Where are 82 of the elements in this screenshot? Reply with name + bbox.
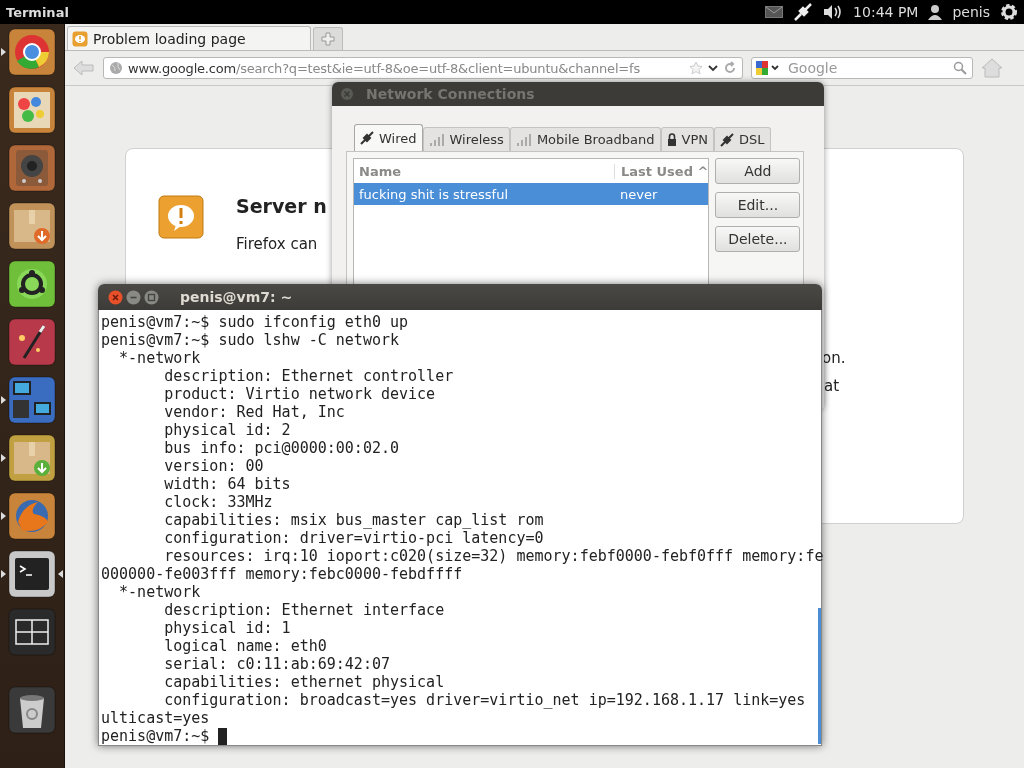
- globe-icon: [109, 61, 123, 75]
- terminal-line: ulticast=yes: [101, 709, 211, 727]
- package-download-icon[interactable]: [8, 434, 56, 482]
- terminal-line: product: Virtio network device: [163, 385, 437, 403]
- terminal-line: logical name: eth0: [163, 637, 328, 655]
- terminal-line: configuration: broadcast=yes driver=virtio_net ip=192.168.1.17 link=yes: [163, 691, 807, 709]
- terminal-line: vendor: Red Hat, Inc: [163, 403, 346, 421]
- tab[interactable]: Wired: [354, 124, 423, 151]
- terminal-icon[interactable]: [8, 550, 56, 598]
- dropdown-icon[interactable]: [708, 64, 718, 72]
- error-title: Server n: [236, 195, 327, 217]
- minimize-icon[interactable]: [126, 289, 141, 305]
- terminal-line: capabilities: ethernet physical: [163, 673, 446, 691]
- terminal-line: penis@vm7:~$ sudo lshw -C network: [101, 331, 400, 349]
- dialog-button[interactable]: Edit...: [715, 192, 801, 218]
- network-plug-icon[interactable]: [793, 2, 814, 22]
- terminal-line: capabilities: msix bus_master cap_list rom: [163, 511, 545, 529]
- error-text: Firefox can: [236, 235, 319, 253]
- window-title: penis@vm7: ~: [180, 289, 293, 305]
- terminal-line: *-network: [118, 349, 202, 367]
- tab[interactable]: VPN: [660, 127, 714, 151]
- table-cell-text: fucking shit is stressful: [358, 186, 509, 202]
- table-cell-text: never: [619, 186, 659, 202]
- terminal-line: configuration: driver=virtio-pci latency=0: [163, 529, 545, 547]
- terminal-line: penis@vm7:~$ sudo ifconfig eth0 up: [101, 313, 410, 331]
- tab[interactable]: Wireless: [422, 127, 510, 151]
- terminal-line: serial: c0:11:ab:69:42:07: [163, 655, 391, 673]
- ring-icon[interactable]: [8, 260, 56, 308]
- terminal-prompt: penis@vm7:~$: [101, 727, 210, 745]
- warning-icon: [72, 30, 88, 47]
- terminal-line: *-network: [118, 583, 202, 601]
- speaker-icon[interactable]: [8, 144, 56, 192]
- browser-icon[interactable]: [8, 28, 56, 76]
- error-text-fragment: at: [824, 377, 840, 395]
- user-icon[interactable]: [928, 4, 943, 20]
- plug-icon: [360, 131, 374, 145]
- globe-icon[interactable]: [8, 492, 56, 540]
- clock[interactable]: 10:44 PM: [853, 4, 919, 20]
- terminal-line: description: Ethernet interface: [163, 601, 446, 619]
- close-icon[interactable]: [108, 289, 123, 305]
- user-name[interactable]: penis: [952, 4, 990, 20]
- plug-icon: [720, 132, 734, 147]
- text-cursor: [218, 727, 228, 745]
- terminal-line: bus info: pci@0000:00:02.0: [163, 439, 400, 457]
- terminal-line: clock: 33MHz: [163, 493, 274, 511]
- dialog-button[interactable]: Delete...: [715, 226, 801, 252]
- search-field[interactable]: Google: [751, 57, 973, 79]
- browser-tab[interactable]: Problem loading page: [67, 26, 311, 50]
- computer-icon[interactable]: [8, 376, 56, 424]
- volume-icon[interactable]: [823, 4, 844, 20]
- package-icon[interactable]: [8, 202, 56, 250]
- plus-icon: [321, 32, 335, 46]
- magic-wand-icon[interactable]: [8, 318, 56, 366]
- terminal-line: 000000-fe003fff memory:febc0000-febdffff: [101, 565, 464, 583]
- star-icon[interactable]: [689, 61, 703, 75]
- terminal-line: physical id: 2: [163, 421, 292, 439]
- tab-title: Problem loading page: [93, 30, 246, 47]
- terminal-line: width: 64 bits: [163, 475, 292, 493]
- tab[interactable]: DSL: [714, 127, 771, 151]
- trash-icon[interactable]: [8, 686, 56, 734]
- mail-icon[interactable]: [765, 6, 784, 18]
- dialog-button[interactable]: Add: [715, 158, 801, 184]
- terminal-line: version: 00: [163, 457, 265, 475]
- url-host: www.google.com: [128, 60, 236, 76]
- lock-icon: [666, 132, 677, 147]
- workspace-switcher-icon[interactable]: [8, 608, 56, 656]
- terminal-line: resources: irq:10 ioport:c020(size=32) memory:febf0000-febf0fff memory:fe: [163, 547, 821, 565]
- terminal-line: description: Ethernet controller: [163, 367, 455, 385]
- app-title: Terminal: [6, 4, 69, 20]
- signal-bars-icon: [515, 132, 532, 147]
- signal-bars-icon: [428, 132, 445, 147]
- settings-icon[interactable]: [1000, 3, 1018, 21]
- terminal-line: physical id: 1: [163, 619, 292, 637]
- tab[interactable]: Mobile Broadband: [509, 127, 661, 151]
- maximize-icon[interactable]: [144, 289, 159, 305]
- url-path: /search?q=test&ie=utf-8&oe=utf-8&client=ubuntu&channel=fs: [235, 60, 640, 76]
- window-title: Network Connections: [366, 86, 535, 102]
- scrollbar-thumb[interactable]: [818, 608, 821, 744]
- paint-splash-icon[interactable]: [8, 86, 56, 134]
- warning-icon: [158, 195, 204, 239]
- address-field[interactable]: www.google.com/search?q=test&ie=utf-8&oe=utf-8&client=ubuntu&channel=fs: [103, 57, 743, 79]
- search-icon[interactable]: [953, 61, 967, 75]
